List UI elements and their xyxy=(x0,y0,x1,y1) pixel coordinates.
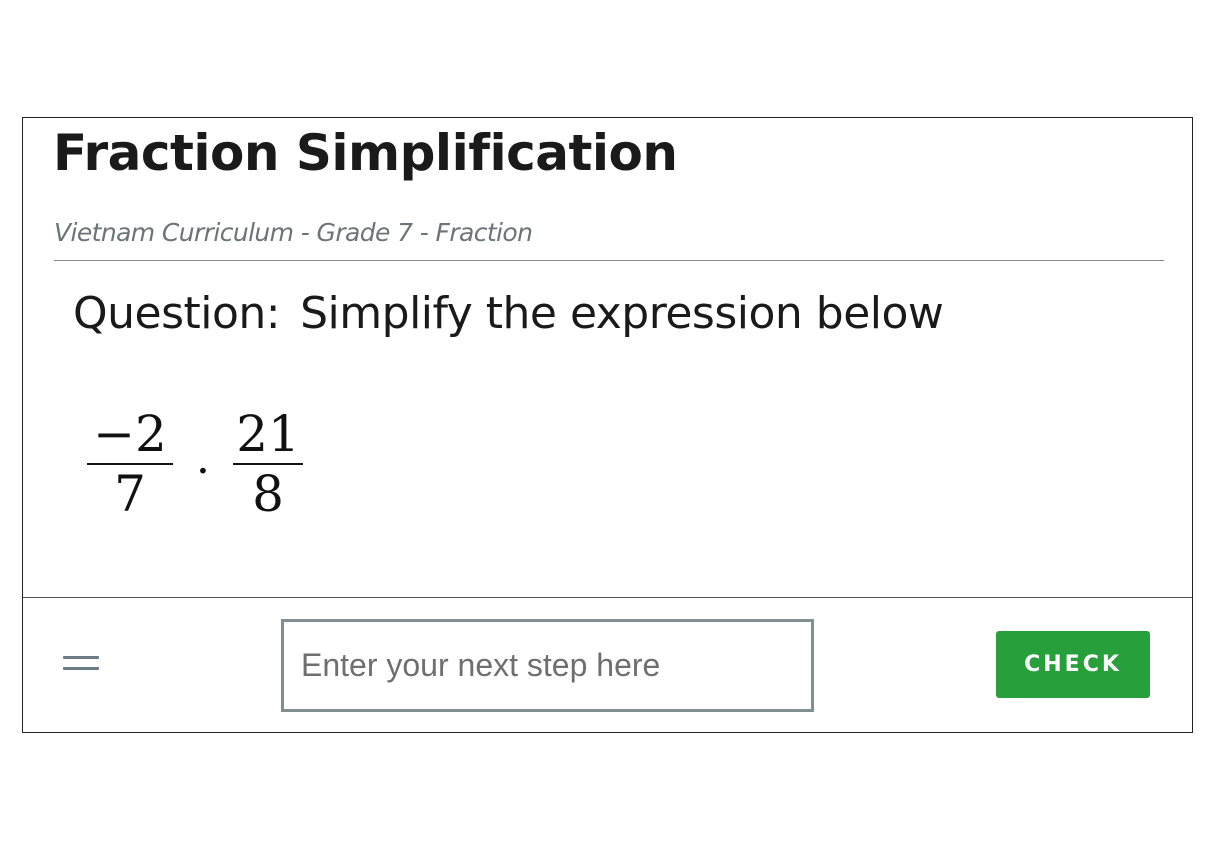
header-divider xyxy=(54,260,1164,261)
hamburger-menu-icon[interactable] xyxy=(63,656,99,674)
footer-divider xyxy=(23,597,1192,598)
question-prompt: Question: Simplify the expression below xyxy=(73,286,944,342)
exercise-card: Fraction Simplification Vietnam Curricul… xyxy=(22,117,1193,733)
question-text: Simplify the expression below xyxy=(300,288,944,339)
fraction-1: −2 7 xyxy=(87,405,173,523)
fraction-2-denominator: 8 xyxy=(252,465,284,523)
fraction-1-numerator: −2 xyxy=(93,405,167,463)
page-title: Fraction Simplification xyxy=(53,124,678,182)
fraction-1-denominator: 7 xyxy=(114,465,146,523)
multiply-operator: · xyxy=(196,446,210,497)
next-step-input[interactable] xyxy=(281,619,814,712)
menu-icon-line xyxy=(63,656,99,659)
question-label: Question: xyxy=(73,288,281,339)
check-button[interactable]: CHECK xyxy=(996,631,1150,698)
fraction-2: 21 8 xyxy=(233,405,303,523)
fraction-2-numerator: 21 xyxy=(236,405,300,463)
menu-icon-line xyxy=(63,667,99,670)
breadcrumb: Vietnam Curriculum - Grade 7 - Fraction xyxy=(54,218,533,247)
